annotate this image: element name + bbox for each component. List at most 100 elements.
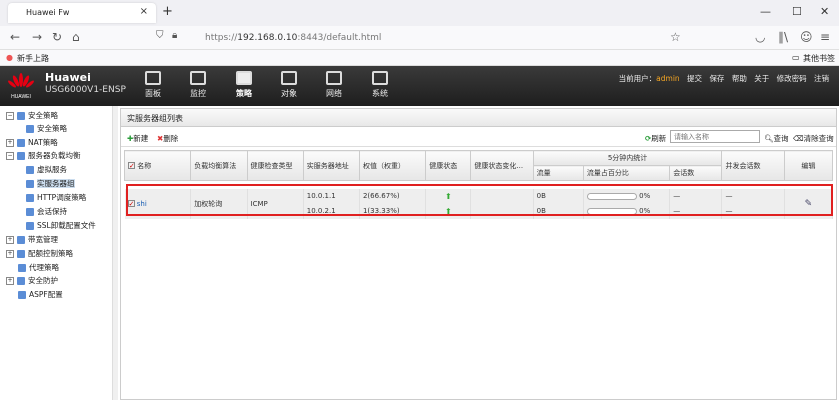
page-icon: [18, 291, 26, 299]
sidebar-item-http-scheduling[interactable]: HTTP调度策略: [26, 192, 86, 203]
search-icon: 🔍︎: [764, 134, 774, 143]
monitor-icon: [190, 71, 206, 85]
tab-title: Huawei Fw: [26, 8, 70, 17]
new-tab-icon[interactable]: +: [162, 4, 173, 19]
sidebar-item-security-policy-group[interactable]: − 安全策略: [6, 110, 58, 121]
browser-tab-bar: Huawei Fw × + — ☐ ✕: [0, 0, 839, 26]
page-icon: [26, 180, 34, 188]
query-button[interactable]: 🔍︎查询: [764, 133, 789, 144]
minimize-icon[interactable]: —: [760, 5, 771, 18]
module-object[interactable]: 对象: [271, 71, 307, 99]
panel-toolbar: ✚新建 ✖删除 ⟳刷新 🔍︎查询 ⌫清除查询: [121, 127, 836, 147]
browser-tab[interactable]: Huawei Fw ×: [8, 3, 156, 23]
object-icon: [281, 71, 297, 85]
search-input[interactable]: [670, 130, 760, 143]
page-icon: [26, 208, 34, 216]
sidebar-item-security-policy[interactable]: 安全策略: [26, 123, 67, 134]
module-system[interactable]: 系统: [362, 71, 398, 99]
header-name[interactable]: ✓ 名称: [123, 150, 192, 181]
expand-icon[interactable]: +: [6, 139, 14, 147]
expand-icon[interactable]: +: [6, 250, 14, 258]
device-model: USG6000V1-ENSP: [45, 85, 126, 95]
clear-query-button[interactable]: ⌫清除查询: [793, 133, 834, 144]
sidebar-item-session-persistence[interactable]: 会话保持: [26, 206, 67, 217]
sidebar-item-bandwidth[interactable]: + 带宽管理: [6, 234, 58, 245]
expand-icon[interactable]: +: [6, 236, 14, 244]
select-all-checkbox[interactable]: ✓: [128, 161, 135, 169]
reload-icon[interactable]: ↻: [52, 30, 62, 44]
address-bar[interactable]: ⛉ 🔒︎ https://192.168.0.10:8443/default.h…: [150, 29, 690, 47]
commit-link[interactable]: 提交: [687, 74, 702, 83]
refresh-button[interactable]: ⟳刷新: [645, 133, 666, 144]
header-edit: 编辑: [783, 150, 834, 181]
expand-icon[interactable]: +: [6, 277, 14, 285]
sidebar-item-virtual-service[interactable]: 虚拟服务: [26, 164, 67, 175]
header-address: 实服务器地址: [302, 150, 360, 181]
sidebar-item-aspf[interactable]: ASPF配置: [18, 289, 63, 300]
header-traffic: 流量: [532, 165, 584, 181]
close-tab-icon[interactable]: ×: [140, 6, 148, 17]
url-text: https://192.168.0.10:8443/default.html: [205, 33, 382, 43]
bookmarks-bar: ● 新手上路 ▭ 其他书签: [0, 50, 839, 66]
sidebar-item-real-server-group[interactable]: 实服务器组: [26, 178, 75, 189]
close-window-icon[interactable]: ✕: [820, 5, 829, 18]
folder-icon: [17, 250, 25, 258]
sidebar-item-security-protection[interactable]: + 安全防护: [6, 275, 58, 286]
current-user: admin: [656, 74, 680, 83]
page-icon: [26, 125, 34, 133]
delete-button[interactable]: ✖删除: [157, 133, 178, 144]
about-link[interactable]: 关于: [754, 74, 769, 83]
folder-icon: [17, 112, 25, 120]
forward-icon[interactable]: →: [32, 30, 42, 44]
bookmark-getting-started[interactable]: 新手上路: [17, 53, 49, 64]
header-weight: 权值（权重）: [358, 150, 427, 181]
header-traffic-ratio: 流量占百分比: [582, 165, 671, 181]
network-icon: [326, 71, 342, 85]
folder-icon: [17, 139, 25, 147]
firefox-icon: ●: [6, 53, 13, 62]
change-password-link[interactable]: 修改密码: [777, 74, 807, 83]
sidebar-item-quota[interactable]: + 配额控制策略: [6, 248, 73, 259]
menu-icon[interactable]: ≡: [820, 30, 830, 44]
top-links: 当前用户：admin 提交 保存 帮助 关于 修改密码 注销: [619, 73, 829, 84]
account-icon[interactable]: ☺: [800, 30, 813, 44]
folder-icon: ▭: [792, 53, 800, 62]
back-icon[interactable]: ←: [10, 30, 20, 44]
sidebar-item-proxy-policy[interactable]: 代理策略: [18, 262, 59, 273]
sidebar-item-nat-policy[interactable]: + NAT策略: [6, 137, 58, 148]
page-icon: [26, 166, 34, 174]
brand-name: Huawei: [45, 71, 91, 84]
bookmark-other[interactable]: 其他书签: [803, 53, 835, 64]
logout-link[interactable]: 注销: [814, 74, 829, 83]
home-icon[interactable]: ⌂: [72, 30, 80, 44]
bookmark-star-icon[interactable]: ☆: [670, 30, 681, 44]
header-concurrent: 并发会话数: [721, 150, 785, 181]
system-icon: [372, 71, 388, 85]
page-icon: [18, 264, 26, 272]
sidebar-scrollbar[interactable]: [112, 106, 118, 400]
current-user-label: 当前用户：: [618, 74, 657, 83]
module-policy[interactable]: 策略: [226, 71, 262, 99]
maximize-icon[interactable]: ☐: [792, 5, 802, 18]
dashboard-icon: [145, 71, 161, 85]
sidebar-item-ssl-offload[interactable]: SSL卸载配置文件: [26, 220, 96, 231]
save-link[interactable]: 保存: [709, 74, 724, 83]
header-health-type: 健康检查类型: [246, 150, 304, 181]
help-link[interactable]: 帮助: [732, 74, 747, 83]
header-algorithm: 负载均衡算法: [190, 150, 248, 181]
policy-icon: [236, 71, 252, 85]
module-dashboard[interactable]: 面板: [135, 71, 171, 99]
new-button[interactable]: ✚新建: [127, 133, 148, 144]
collapse-icon[interactable]: −: [6, 152, 14, 160]
pocket-icon[interactable]: ◡: [755, 30, 765, 44]
module-monitor[interactable]: 监控: [180, 71, 216, 99]
header-health-state: 健康状态: [425, 150, 472, 181]
collapse-icon[interactable]: −: [6, 112, 14, 120]
panel-header: 实服务器组列表: [121, 109, 836, 127]
huawei-logo: HUAWEI: [8, 73, 34, 100]
highlight-box: [126, 184, 833, 216]
library-icon[interactable]: ∥\: [778, 30, 788, 44]
sidebar-item-server-lb[interactable]: − 服务器负载均衡: [6, 150, 81, 161]
sidebar-tree: − 安全策略 安全策略 + NAT策略 − 服务器负载均衡 虚拟服务 实服务器组 HT…: [0, 106, 118, 400]
module-network[interactable]: 网络: [316, 71, 352, 99]
